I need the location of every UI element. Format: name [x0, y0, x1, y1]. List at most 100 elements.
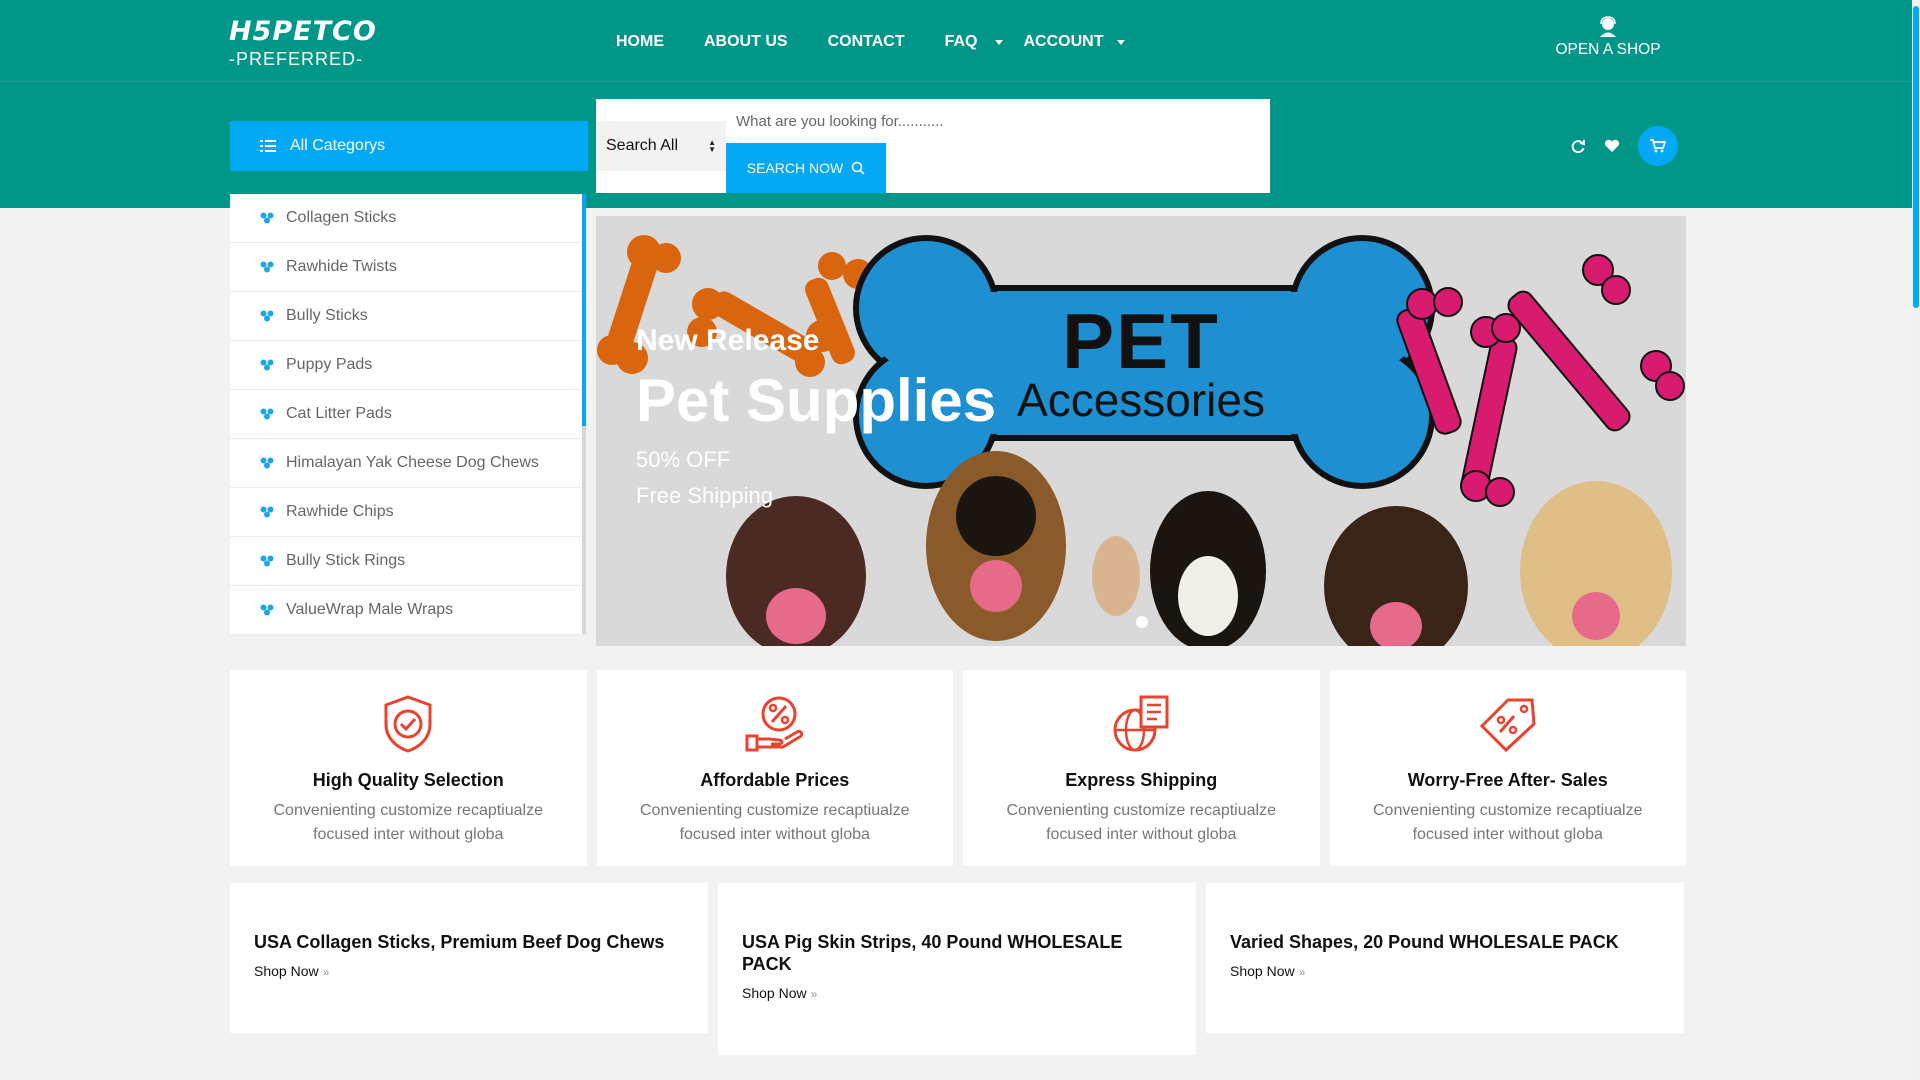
promo-title: USA Collagen Sticks, Premium Beef Dog Ch…	[254, 932, 665, 952]
category-item[interactable]: Rawhide Twists	[230, 243, 582, 292]
feature-title: Affordable Prices	[700, 770, 850, 790]
search-scope-value: Search All	[606, 137, 679, 154]
category-item[interactable]: Collagen Sticks	[230, 194, 582, 243]
nav-account-label: ACCOUNT	[1023, 33, 1104, 50]
category-label: Puppy Pads	[286, 356, 373, 373]
globe-box-icon	[1113, 695, 1169, 752]
category-item[interactable]: Himalayan Yak Cheese Dog Chews	[230, 439, 582, 488]
nav-about[interactable]: ABOUT US	[704, 33, 788, 51]
category-label: Rawhide Twists	[286, 258, 397, 275]
category-label: Collagen Sticks	[286, 209, 397, 226]
artwork-title-main: PET	[1062, 297, 1220, 385]
category-item[interactable]: Bully Sticks	[230, 292, 582, 341]
nav-about-label: ABOUT US	[704, 33, 788, 50]
feature-card: Worry-Free After- Sales Convenienting cu…	[1329, 670, 1686, 866]
heart-icon	[1604, 139, 1620, 152]
category-item[interactable]: Rawhide Chips	[230, 488, 582, 537]
banner-shipping: Free Shipping	[636, 483, 773, 508]
paw-icon	[260, 310, 274, 322]
promo-card[interactable]: Varied Shapes, 20 Pound WHOLESALE PACK S…	[1206, 883, 1684, 1033]
feature-text: Convenienting customize recaptiualze foc…	[640, 802, 910, 843]
category-item[interactable]: Cat Litter Pads	[230, 390, 582, 439]
nav-faq[interactable]: FAQ	[945, 33, 1004, 51]
nav-contact[interactable]: CONTACT	[828, 33, 905, 51]
category-label: Rawhide Chips	[286, 503, 394, 520]
site-logo[interactable]: H5PETCO -PREFERRED-	[229, 18, 377, 70]
double-chevron-right-icon: »	[322, 965, 330, 979]
shop-now-label: Shop Now	[742, 985, 807, 1001]
open-shop-link[interactable]: OPEN A SHOP	[1550, 16, 1666, 59]
hero-banner[interactable]: PET Accessories New Release Pet Supplies…	[596, 216, 1686, 646]
promo-title: USA Pig Skin Strips, 40 Pound WHOLESALE …	[742, 932, 1123, 974]
compare-button[interactable]	[1568, 136, 1588, 156]
refresh-icon	[1571, 140, 1585, 154]
shop-now-link[interactable]: Shop Now»	[254, 963, 329, 979]
feature-title: Worry-Free After- Sales	[1407, 770, 1608, 790]
feature-text: Convenienting customize recaptiualze foc…	[1006, 802, 1276, 843]
category-item[interactable]: Puppy Pads	[230, 341, 582, 390]
feature-card: High Quality Selection Convenienting cus…	[230, 670, 587, 866]
feature-card: Affordable Prices Convenienting customiz…	[596, 670, 953, 866]
shield-check-icon	[384, 695, 432, 753]
search-now-button[interactable]: SEARCH NOW	[726, 143, 886, 193]
list-icon	[260, 140, 276, 152]
cart-button[interactable]	[1638, 126, 1678, 166]
banner-copy: New Release Pet Supplies 50% OFF Free Sh…	[636, 324, 996, 509]
category-label: ValueWrap Male Wraps	[286, 601, 454, 618]
header-action-icons	[1568, 126, 1678, 166]
header-divider	[0, 81, 1920, 82]
chevron-down-icon	[1117, 39, 1126, 45]
open-shop-label: OPEN A SHOP	[1555, 41, 1661, 58]
shop-now-label: Shop Now	[1230, 963, 1295, 979]
logo-brand: H5PETCO	[229, 16, 377, 47]
promo-title: Varied Shapes, 20 Pound WHOLESALE PACK	[1230, 932, 1619, 952]
search-now-label: SEARCH NOW	[746, 160, 844, 176]
promo-card[interactable]: USA Collagen Sticks, Premium Beef Dog Ch…	[230, 883, 708, 1033]
chevron-down-icon	[995, 39, 1004, 45]
category-label: Bully Stick Rings	[286, 552, 406, 569]
category-item[interactable]: Bully Stick Rings	[230, 537, 582, 586]
search-icon	[851, 161, 865, 175]
category-label: Himalayan Yak Cheese Dog Chews	[286, 454, 539, 471]
cart-icon	[1650, 139, 1666, 153]
search-input[interactable]	[726, 99, 1266, 143]
paw-icon	[260, 212, 274, 224]
feature-row: High Quality Selection Convenienting cus…	[230, 670, 1686, 866]
banner-discount: 50% OFF	[636, 447, 731, 472]
search-scope-select[interactable]: Search All ▲ ▼	[596, 121, 726, 171]
category-label: Bully Sticks	[286, 307, 368, 324]
paw-icon	[260, 506, 274, 518]
all-categories-button[interactable]: All Categorys	[230, 121, 588, 171]
shop-now-label: Shop Now	[254, 963, 319, 979]
category-scrollbar[interactable]	[582, 194, 586, 426]
logo-tagline: -PREFERRED-	[229, 49, 364, 69]
artwork-title-sub: Accessories	[1017, 374, 1265, 426]
page-scrollbar-thumb[interactable]	[1913, 6, 1919, 308]
nav-faq-label: FAQ	[944, 33, 978, 50]
category-sidebar: Collagen Sticks Rawhide Twists Bully Stick…	[230, 194, 586, 635]
category-item[interactable]: ValueWrap Male Wraps	[230, 586, 582, 635]
paw-icon	[260, 604, 274, 616]
feature-text: Convenienting customize recaptiualze foc…	[1373, 802, 1643, 843]
paw-icon	[260, 359, 274, 371]
shop-now-link[interactable]: Shop Now»	[742, 985, 817, 1001]
banner-headline: Pet Supplies	[636, 367, 997, 434]
nav-account[interactable]: ACCOUNT	[1023, 33, 1126, 51]
nav-home-label: HOME	[616, 33, 664, 50]
bone-pink	[1396, 254, 1685, 507]
promo-card[interactable]: USA Pig Skin Strips, 40 Pound WHOLESALE …	[718, 883, 1196, 1055]
hand-percent-icon	[745, 696, 803, 752]
wishlist-button[interactable]	[1602, 136, 1622, 156]
feature-card: Express Shipping Convenienting customize…	[963, 670, 1320, 866]
page-scrollbar[interactable]	[1912, 0, 1920, 1080]
search-box: Search All ▲▼ SEARCH NOW	[596, 99, 1270, 193]
nav-home[interactable]: HOME	[616, 33, 664, 51]
shop-now-link[interactable]: Shop Now»	[1230, 963, 1305, 979]
paw-icon	[260, 457, 274, 469]
feature-title: Express Shipping	[1065, 770, 1218, 790]
category-label: Cat Litter Pads	[286, 405, 392, 422]
slider-dot[interactable]	[1136, 616, 1148, 628]
nav-contact-label: CONTACT	[827, 33, 905, 50]
tag-percent-icon	[1479, 698, 1536, 753]
header-bar: H5PETCO -PREFERRED- HOME ABOUT US CONTAC…	[0, 0, 1920, 208]
